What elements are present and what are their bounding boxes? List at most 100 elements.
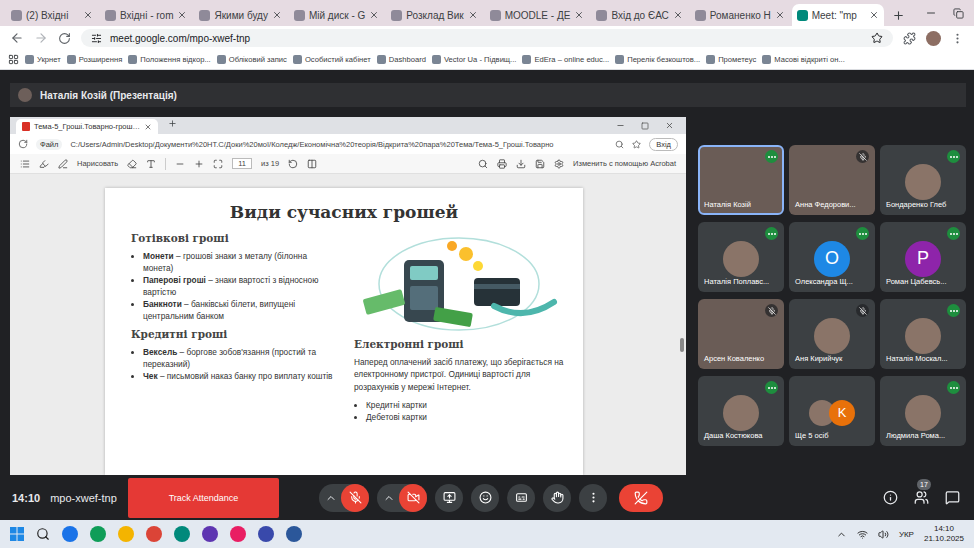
bookmark[interactable]: Масові відкриті он... bbox=[762, 55, 845, 64]
close-icon[interactable] bbox=[369, 10, 379, 20]
taskbar-app-icon[interactable] bbox=[62, 526, 78, 542]
apps-icon[interactable] bbox=[8, 54, 19, 65]
browser-tab[interactable]: Розклад Вик bbox=[386, 4, 482, 26]
reload-icon[interactable] bbox=[18, 139, 28, 149]
taskbar-app-icon[interactable] bbox=[90, 526, 106, 542]
language-indicator[interactable]: УКР bbox=[899, 530, 914, 539]
participant-tile[interactable]: PРоман Цабевсь... bbox=[880, 222, 966, 292]
reload-icon[interactable] bbox=[58, 32, 71, 45]
taskbar-app-icon[interactable] bbox=[146, 526, 162, 542]
bookmark[interactable]: Vector Ua - Підвищ... bbox=[432, 55, 517, 64]
close-icon[interactable] bbox=[665, 121, 674, 130]
participant-tile[interactable]: KЩе 5 осіб bbox=[789, 376, 875, 446]
bookmark[interactable]: Особистий кабінет bbox=[293, 55, 371, 64]
draw-icon[interactable] bbox=[58, 159, 68, 169]
viewer-tab[interactable]: Тема-5_Гроші.Товарно-грош… bbox=[16, 119, 158, 134]
rotate-icon[interactable] bbox=[288, 159, 298, 169]
star-icon[interactable] bbox=[871, 32, 883, 44]
search-icon[interactable] bbox=[478, 159, 488, 169]
participant-tile[interactable]: Аня Кирийчук bbox=[789, 299, 875, 369]
settings-icon[interactable] bbox=[554, 159, 564, 169]
browser-tab[interactable]: Meet: "mp bbox=[792, 4, 884, 26]
scroll-thumb[interactable] bbox=[680, 338, 684, 352]
camera-button[interactable] bbox=[399, 484, 427, 512]
bookmark[interactable]: EdEra – online educ... bbox=[522, 55, 609, 64]
menu-icon[interactable] bbox=[951, 32, 964, 45]
camera-control[interactable] bbox=[377, 484, 427, 512]
browser-tab[interactable]: Мій диск - G bbox=[289, 4, 384, 26]
browser-tab[interactable]: Якими буду bbox=[194, 4, 286, 26]
omnibox[interactable]: meet.google.com/mpo-xwef-tnp bbox=[81, 29, 893, 47]
zoom-in-icon[interactable] bbox=[194, 159, 204, 169]
close-icon[interactable] bbox=[468, 10, 478, 20]
windows-logo-icon[interactable] bbox=[10, 527, 24, 541]
site-settings-icon[interactable] bbox=[91, 33, 102, 44]
participant-tile[interactable]: Наталія Поплавс... bbox=[698, 222, 784, 292]
close-icon[interactable] bbox=[869, 10, 879, 20]
browser-tab[interactable]: (2) Вхідні bbox=[6, 4, 98, 26]
minimize-icon[interactable] bbox=[925, 7, 937, 19]
eraser-icon[interactable] bbox=[127, 159, 137, 169]
star-icon[interactable] bbox=[632, 140, 641, 149]
zoom-out-icon[interactable] bbox=[175, 159, 185, 169]
search-icon[interactable] bbox=[36, 527, 50, 541]
extensions-icon[interactable] bbox=[903, 32, 916, 45]
bookmark[interactable]: Положення відкор... bbox=[128, 55, 210, 64]
participant-tile[interactable]: Наталія Козій bbox=[698, 145, 784, 215]
close-icon[interactable] bbox=[272, 10, 282, 20]
browser-tab[interactable]: Вхід до ЄАС bbox=[591, 4, 687, 26]
file-path[interactable]: C:/Users/Admin/Desktop/Документи%20НТ.С/… bbox=[70, 140, 607, 149]
more-button[interactable] bbox=[579, 484, 607, 512]
page-field[interactable]: 11 bbox=[232, 158, 252, 169]
bookmark[interactable]: Прометеус bbox=[706, 55, 756, 64]
mic-control[interactable] bbox=[319, 484, 369, 512]
close-icon[interactable] bbox=[775, 10, 785, 20]
participant-tile[interactable]: Анна Федорови... bbox=[789, 145, 875, 215]
present-button[interactable] bbox=[435, 484, 463, 512]
signin-button[interactable]: Вхід bbox=[649, 138, 678, 151]
restore-icon[interactable] bbox=[953, 8, 964, 19]
print-icon[interactable] bbox=[497, 159, 507, 169]
scrollbar[interactable] bbox=[678, 188, 686, 475]
taskbar-app-icon[interactable] bbox=[174, 526, 190, 542]
bookmark[interactable]: Dashboard bbox=[377, 55, 426, 64]
chevron-up-icon[interactable] bbox=[383, 492, 395, 504]
taskbar-app-icon[interactable] bbox=[258, 526, 274, 542]
taskbar-clock[interactable]: 14:1021.10.2025 bbox=[924, 524, 964, 544]
text-icon[interactable] bbox=[146, 159, 156, 169]
track-attendance-button[interactable]: Track Attendance bbox=[128, 478, 279, 518]
fit-icon[interactable] bbox=[213, 159, 223, 169]
maximize-icon[interactable] bbox=[641, 122, 649, 130]
participant-tile[interactable]: Людмила Рома... bbox=[880, 376, 966, 446]
chevron-up-icon[interactable] bbox=[325, 492, 337, 504]
participant-tile[interactable]: Арсен Коваленко bbox=[698, 299, 784, 369]
chat-icon[interactable] bbox=[945, 490, 960, 505]
close-icon[interactable] bbox=[574, 10, 584, 20]
mic-button[interactable] bbox=[341, 484, 369, 512]
bookmark[interactable]: Укрнет bbox=[25, 55, 61, 64]
contents-icon[interactable] bbox=[20, 159, 30, 169]
reactions-button[interactable] bbox=[471, 484, 499, 512]
info-icon[interactable] bbox=[883, 490, 898, 505]
draw-button[interactable]: Нарисовать bbox=[77, 159, 118, 168]
bookmark[interactable]: Обліковий запис bbox=[217, 55, 287, 64]
close-icon[interactable] bbox=[177, 10, 187, 20]
taskbar-app-icon[interactable] bbox=[202, 526, 218, 542]
participant-tile[interactable]: Наталія Москал... bbox=[880, 299, 966, 369]
participant-tile[interactable]: OОлександра Щ... bbox=[789, 222, 875, 292]
back-icon[interactable] bbox=[10, 31, 24, 45]
taskbar-app-icon[interactable] bbox=[230, 526, 246, 542]
new-tab-button[interactable] bbox=[162, 112, 183, 134]
browser-tab[interactable]: Вхідні - rom bbox=[100, 4, 192, 26]
chevron-up-icon[interactable] bbox=[836, 529, 847, 540]
two-page-icon[interactable] bbox=[307, 159, 317, 169]
browser-tab[interactable]: MOODLE - ДЕ bbox=[485, 4, 590, 26]
close-icon[interactable] bbox=[83, 10, 93, 20]
participant-tile[interactable]: Бондаренко Глеб bbox=[880, 145, 966, 215]
taskbar-app-icon[interactable] bbox=[118, 526, 134, 542]
download-icon[interactable] bbox=[516, 159, 526, 169]
bookmark[interactable]: Розширення bbox=[67, 55, 123, 64]
profile-avatar[interactable] bbox=[926, 31, 941, 46]
leave-call-button[interactable] bbox=[619, 484, 663, 512]
new-tab-button[interactable] bbox=[886, 4, 911, 26]
